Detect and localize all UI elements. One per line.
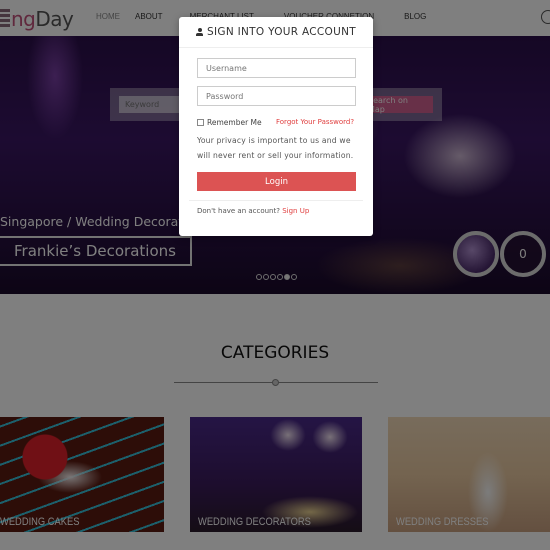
privacy-notice: Your privacy is important to us and we w… — [197, 136, 354, 160]
remember-me-label: Remember Me — [207, 118, 262, 127]
username-input[interactable] — [197, 58, 356, 78]
password-input[interactable] — [197, 86, 356, 106]
remember-me[interactable]: Remember Me — [197, 118, 262, 127]
signup-prompt-text: Don't have an account? — [197, 207, 280, 215]
modal-divider — [189, 200, 363, 201]
user-icon — [196, 28, 204, 36]
remember-me-checkbox[interactable] — [197, 119, 204, 126]
login-button[interactable]: Login — [197, 172, 356, 191]
signup-prompt: Don't have an account? Sign Up — [197, 207, 309, 215]
sign-up-link[interactable]: Sign Up — [282, 207, 309, 215]
modal-header: SIGN INTO YOUR ACCOUNT — [179, 17, 373, 48]
sign-in-modal: SIGN INTO YOUR ACCOUNT Remember Me Forgo… — [179, 17, 373, 236]
forgot-password-link[interactable]: Forgot Your Password? — [276, 118, 354, 126]
modal-title: SIGN INTO YOUR ACCOUNT — [207, 26, 356, 38]
